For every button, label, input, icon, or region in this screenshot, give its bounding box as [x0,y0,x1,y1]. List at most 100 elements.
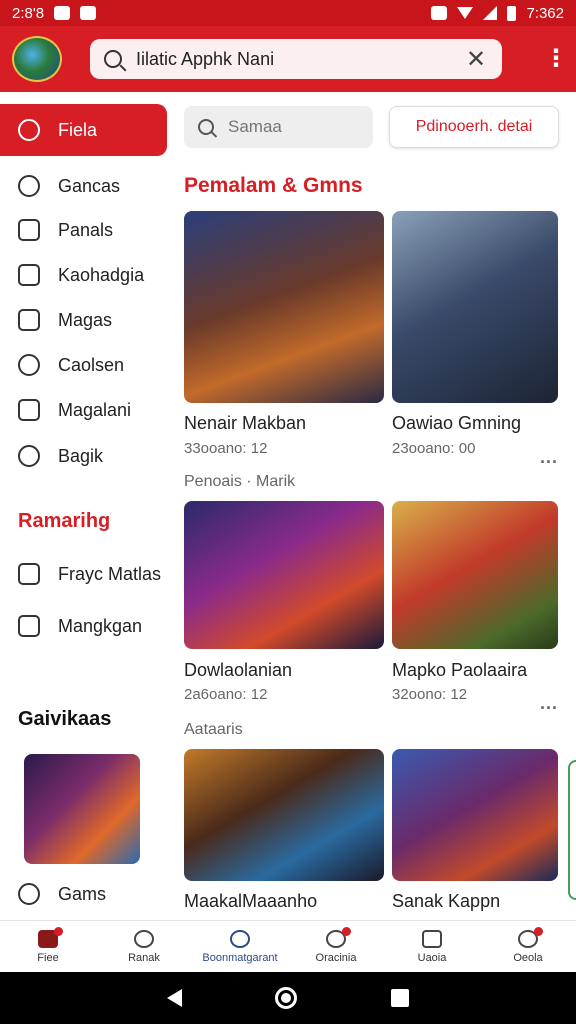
scrollbar-handle[interactable] [568,760,576,900]
notification-badge [342,927,351,936]
nav-item-label: Fiee [37,951,59,964]
game-card-title[interactable]: Dowlaolanian [184,660,292,681]
battery-icon [507,5,517,21]
nav-item-label: Boonmatgarant [202,951,278,964]
sidebar-item-label: Gams [58,883,107,904]
signal-icon [483,6,498,20]
sidebar-item-label: Frayc Matlas [58,563,162,584]
app-notification-icon [80,6,97,20]
book-icon [18,264,40,286]
app-logo[interactable] [12,36,62,82]
game-card-meta: 23ooano: 00 [392,440,476,457]
game-card-image[interactable] [184,501,384,649]
chart-icon [18,309,40,331]
panel-icon [18,219,40,241]
sidebar-item-kaohadgia[interactable]: Kaohadgia [0,255,170,295]
section-title: Pemalam & Gmns [184,174,363,197]
search-icon [198,119,214,135]
game-card-title[interactable]: Oawiao Gmning [392,413,521,434]
pin-icon [18,445,40,467]
clock-icon [230,929,250,948]
notification-badge [534,927,543,936]
system-nav-bar [0,972,576,1024]
sidebar-item-fiela[interactable]: Fiela [0,104,167,156]
sidebar-item-label: Mangkgan [58,615,143,636]
sidebar-thumbnail[interactable] [24,754,140,864]
game-card-title[interactable]: MaakalMaaanho [184,891,317,912]
sidebar-section-title: Gaivikaas [18,708,112,730]
sidebar-item-label: Panals [58,219,114,240]
sidebar-item-mangkgan[interactable]: Mangkgan [0,606,170,646]
sidebar-item-label: Magalani [58,399,132,420]
nav-item-label: Uaoia [417,951,447,964]
minus-circle-icon [18,354,40,376]
tv-icon [422,929,442,948]
game-card-image[interactable] [184,749,384,881]
nav-item-uaoia[interactable]: Uaoia [384,921,480,972]
filter-search-input[interactable] [228,117,348,137]
sidebar-item-label: Caolsen [58,354,125,375]
nav-item-label: Oracinia [315,951,357,964]
search-icon [134,929,154,948]
sidebar-item-label: Fiela [58,119,98,140]
sidebar-item-frayc-matlas[interactable]: Frayc Matlas [0,554,170,594]
sidebar-section-title: Ramarihg [18,510,111,532]
game-card-title[interactable]: Sanak Kappn [392,891,500,912]
detail-button[interactable]: Pdinooerh. detai [389,106,559,148]
sidebar-item-magas[interactable]: Magas [0,300,170,340]
mute-icon [431,6,448,20]
game-card-image[interactable] [392,749,558,881]
more-options-icon[interactable]: ··· [540,452,558,473]
game-card-image[interactable] [392,501,558,649]
sidebar-item-magalani[interactable]: Magalani [0,390,170,430]
youtube-icon [54,6,71,20]
nav-item-oeola[interactable]: Oeola [480,921,576,972]
wifi-icon [457,7,474,19]
bookmark-icon [18,615,40,637]
nav-item-label: Ranak [128,951,160,964]
notification-badge [54,927,63,936]
sidebar-item-label: Bagik [58,445,104,466]
app-bar: ✕ ⋮ [0,26,576,92]
recent-apps-icon[interactable] [391,989,410,1007]
home-button-icon[interactable] [275,987,298,1009]
location-icon [18,175,40,197]
star-icon [18,119,40,141]
status-right: 7:362 [431,5,564,22]
sidebar-item-gams[interactable]: Gams [0,874,170,914]
close-icon[interactable]: ✕ [464,45,488,74]
game-card-image[interactable] [184,211,384,403]
sidebar-item-gancas[interactable]: Gancas [0,166,170,206]
nav-item-oracinia[interactable]: Oracinia [288,921,384,972]
filter-search[interactable] [184,106,373,148]
status-bar: 2:8'8 7:362 [0,0,576,26]
search-icon [104,50,122,68]
nav-item-fiee[interactable]: Fiee [0,921,96,972]
more-options-icon[interactable]: ··· [540,698,558,719]
game-card-title[interactable]: Mapko Paolaaira [392,660,527,681]
search-box[interactable]: ✕ [90,39,502,79]
row-subtitle: Penoais · Marik [184,473,296,490]
sidebar-item-label: Gancas [58,175,121,196]
nav-item-label: Oeola [513,951,543,964]
sidebar-item-label: Magas [58,309,113,330]
game-card-meta: 33ooano: 12 [184,440,268,457]
row-subtitle: Aataaris [184,721,243,738]
overflow-menu-icon[interactable]: ⋮ [544,47,568,71]
game-card-title[interactable]: Nenair Makban [184,413,306,434]
sidebar-item-caolsen[interactable]: Caolsen [0,345,170,385]
search-input[interactable] [136,48,464,70]
game-card-image[interactable] [392,211,558,403]
clock-icon [18,883,40,905]
game-card-meta: 32oono: 12 [392,686,468,703]
sidebar-item-bagik[interactable]: Bagik [0,436,170,476]
nav-item-boonmatgarant[interactable]: Boonmatgarant [192,921,288,972]
sidebar-item-label: Kaohadgia [58,264,145,285]
grid-icon [18,563,40,585]
status-time-left: 2:8'8 [12,4,45,22]
sidebar-item-panals[interactable]: Panals [0,210,170,250]
game-card-meta: 2a6oano: 12 [184,686,268,703]
back-icon[interactable] [166,989,182,1007]
bottom-nav: Fiee Ranak Boonmatgarant Oracinia Uaoia … [0,920,576,972]
nav-item-ranak[interactable]: Ranak [96,921,192,972]
